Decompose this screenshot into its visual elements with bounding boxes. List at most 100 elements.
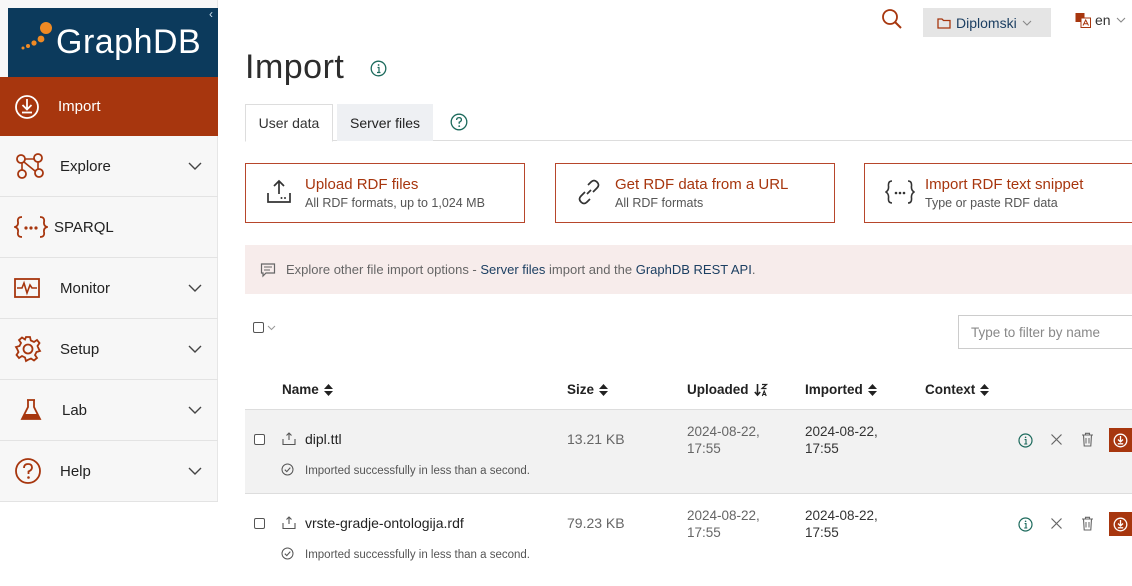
- sidebar-item-label: SPARQL: [54, 218, 114, 236]
- table-row: vrste-gradje-ontologija.rdf Imported suc…: [245, 493, 1132, 577]
- select-all-checkbox[interactable]: [253, 322, 264, 333]
- row-checkbox[interactable]: [254, 434, 265, 445]
- import-file-button[interactable]: [1109, 512, 1132, 536]
- trash-icon[interactable]: [1081, 432, 1094, 447]
- column-header-imported[interactable]: Imported: [805, 382, 877, 397]
- info-icon[interactable]: [1018, 517, 1033, 532]
- import-rdf-snippet-button[interactable]: Import RDF text snippet Type or paste RD…: [864, 163, 1132, 223]
- uploaded-timestamp: 2024-08-22, 17:55: [687, 424, 760, 456]
- chevron-down-icon: [188, 467, 202, 475]
- sort-icon: [980, 383, 990, 396]
- column-header-uploaded[interactable]: Uploaded: [687, 382, 768, 397]
- info-icon[interactable]: [370, 60, 387, 77]
- column-header-name[interactable]: Name: [282, 382, 333, 397]
- setup-gear-icon: [14, 335, 42, 363]
- language-selector[interactable]: en: [1075, 12, 1126, 28]
- notice-text-before: Explore other file import options -: [286, 262, 481, 277]
- sidebar-item-label: Setup: [60, 340, 100, 358]
- file-name: dipl.ttl: [305, 431, 342, 447]
- app-name: GraphDB: [56, 23, 202, 61]
- check-circle-icon: [281, 547, 294, 560]
- lab-flask-icon: [20, 398, 42, 422]
- tabs-help-icon[interactable]: [450, 113, 468, 131]
- sidebar-item-label: Help: [60, 462, 91, 480]
- monitor-icon: [14, 277, 40, 299]
- graphdb-logo[interactable]: GraphDB ‹: [8, 8, 218, 77]
- uploaded-file-icon: [282, 432, 296, 446]
- chevron-down-icon[interactable]: [267, 325, 276, 331]
- trash-icon[interactable]: [1081, 516, 1094, 531]
- notice-text-middle: import and the: [545, 262, 636, 277]
- sort-icon: [867, 383, 877, 396]
- import-status: Imported successfully in less than a sec…: [305, 465, 531, 477]
- imported-timestamp: 2024-08-22, 17:55: [805, 508, 878, 540]
- import-tabs: User data Server files: [245, 104, 1132, 142]
- page-title: Import: [245, 48, 345, 86]
- sort-icon: [323, 383, 333, 396]
- braces-icon: [885, 179, 915, 205]
- row-checkbox[interactable]: [254, 518, 265, 529]
- filter-by-name-input[interactable]: [958, 315, 1132, 349]
- import-icon: [1113, 433, 1128, 447]
- reset-status-close-icon[interactable]: [1050, 433, 1063, 446]
- sidebar-item-label: Monitor: [60, 279, 111, 297]
- message-icon: [260, 262, 276, 278]
- language-code: en: [1095, 12, 1111, 28]
- graphdb-logo-icon: [20, 22, 54, 52]
- file-size: 79.23 KB: [567, 515, 625, 531]
- upload-rdf-files-title: Upload RDF files: [305, 176, 419, 193]
- search-icon[interactable]: [881, 8, 903, 30]
- imported-timestamp: 2024-08-22, 17:55: [805, 424, 878, 456]
- sidebar-item-label: Import: [58, 98, 101, 115]
- uploaded-timestamp: 2024-08-22, 17:55: [687, 508, 760, 540]
- collapse-sidebar-icon[interactable]: ‹: [204, 8, 218, 22]
- sidebar-item-import[interactable]: Import: [0, 77, 218, 136]
- chevron-down-icon: [1022, 20, 1032, 26]
- import-icon: [14, 94, 40, 120]
- file-size: 13.21 KB: [567, 431, 625, 447]
- chevron-down-icon: [1116, 17, 1126, 23]
- check-circle-icon: [281, 463, 294, 476]
- import-rdf-snippet-title: Import RDF text snippet: [925, 176, 1084, 193]
- get-rdf-from-url-subtitle: All RDF formats: [615, 196, 704, 210]
- sidebar-item-label: Lab: [62, 401, 88, 419]
- notice-text-after: .: [751, 262, 756, 277]
- sidebar-item-monitor[interactable]: Monitor: [0, 258, 218, 319]
- sidebar: GraphDB ‹ Import Explore SPARQL Monitor …: [0, 0, 218, 502]
- sidebar-item-setup[interactable]: Setup: [0, 319, 218, 380]
- import-icon: [1113, 517, 1128, 531]
- uploaded-file-icon: [282, 516, 296, 530]
- reset-status-close-icon[interactable]: [1050, 517, 1063, 530]
- column-header-size[interactable]: Size: [567, 382, 609, 397]
- sidebar-item-explore[interactable]: Explore: [0, 136, 218, 197]
- chevron-down-icon: [188, 162, 202, 170]
- graphdb-rest-api-link[interactable]: GraphDB REST API: [636, 262, 752, 277]
- select-all-dropdown[interactable]: [253, 322, 276, 333]
- get-rdf-from-url-button[interactable]: Get RDF data from a URL All RDF formats: [555, 163, 835, 223]
- repository-icon: [937, 16, 951, 30]
- tab-server-files[interactable]: Server files: [337, 104, 433, 141]
- server-files-link[interactable]: Server files: [480, 262, 545, 277]
- explore-icon: [14, 152, 46, 180]
- file-name: vrste-gradje-ontologija.rdf: [305, 515, 464, 531]
- table-row: dipl.ttl Imported successfully in less t…: [245, 409, 1132, 493]
- chevron-down-icon: [188, 284, 202, 292]
- import-status: Imported successfully in less than a sec…: [305, 549, 531, 561]
- sidebar-item-help[interactable]: Help: [0, 441, 218, 502]
- sort-icon: [599, 383, 609, 396]
- upload-rdf-files-button[interactable]: Upload RDF files All RDF formats, up to …: [245, 163, 525, 223]
- repository-name: Diplomski: [956, 14, 1017, 31]
- import-file-button[interactable]: [1109, 428, 1132, 452]
- sidebar-item-lab[interactable]: Lab: [0, 380, 218, 441]
- sparql-icon: [14, 215, 48, 239]
- repository-selector[interactable]: Diplomski: [923, 8, 1051, 37]
- upload-rdf-files-subtitle: All RDF formats, up to 1,024 MB: [305, 196, 485, 210]
- language-icon: [1075, 12, 1091, 28]
- tab-user-data[interactable]: User data: [245, 104, 333, 142]
- info-icon[interactable]: [1018, 433, 1033, 448]
- chevron-down-icon: [188, 406, 202, 414]
- link-icon: [576, 179, 602, 205]
- column-header-context[interactable]: Context: [925, 382, 990, 397]
- sidebar-item-sparql[interactable]: SPARQL: [0, 197, 218, 258]
- chevron-down-icon: [188, 345, 202, 353]
